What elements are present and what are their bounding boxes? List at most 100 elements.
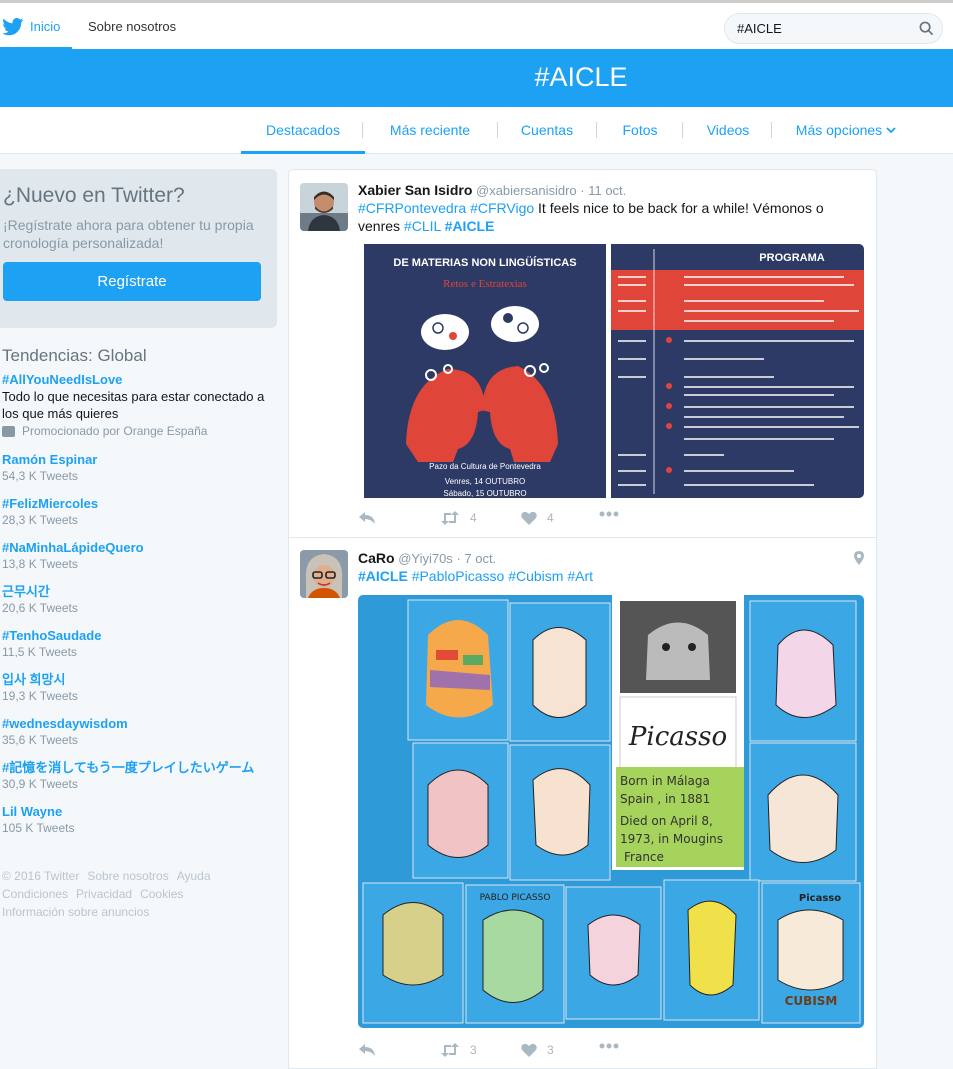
trends-module: Tendencias: Global #AllYouNeedIsLove Tod… — [2, 346, 272, 845]
trend-name[interactable]: 근무시간 — [2, 583, 272, 600]
footer-link-about[interactable]: Sobre nosotros — [87, 869, 168, 883]
hashtag[interactable]: #PabloPicasso — [412, 568, 505, 584]
trend-item[interactable]: Ramón Espinar 54,3 K Tweets — [2, 451, 272, 485]
search-box[interactable] — [724, 13, 943, 44]
footer-link-terms[interactable]: Condiciones — [2, 887, 68, 901]
tab-videos[interactable]: Videos — [694, 107, 762, 153]
trend-name[interactable]: 입사 희망시 — [2, 671, 272, 688]
footer-link-help[interactable]: Ayuda — [177, 869, 211, 883]
reply-icon — [359, 1044, 375, 1056]
hashtag[interactable]: #Art — [567, 568, 593, 584]
tweet[interactable]: CaRo @Yiyi70s · 7 oct. #AICLE #PabloPica… — [289, 538, 876, 1058]
home-nav-item[interactable]: Inicio — [0, 6, 73, 50]
trend-name[interactable]: #NaMinhaLápideQuero — [2, 539, 272, 556]
reply-button[interactable] — [358, 511, 376, 525]
hashtag[interactable]: #Cubism — [508, 568, 563, 584]
retweet-icon — [441, 1043, 459, 1057]
tab-fotos[interactable]: Fotos — [608, 107, 672, 153]
more-button[interactable] — [599, 1043, 619, 1049]
retweet-count: 4 — [470, 511, 477, 525]
hashtag[interactable]: #AICLE — [358, 568, 408, 584]
picasso-art-board-image: Picasso Born in Málaga Spain , in 1881 D… — [358, 595, 864, 1028]
trend-item[interactable]: 입사 희망시 19,3 K Tweets — [2, 671, 272, 705]
tweet-author-handle[interactable]: @Yiyi70s — [398, 551, 453, 566]
hashtag[interactable]: #CFRPontevedra — [358, 200, 466, 216]
poster-date-1: Venres, 14 OUTUBRO — [445, 477, 525, 486]
trend-name[interactable]: #TenhoSaudade — [2, 627, 272, 644]
trend-item[interactable]: #TenhoSaudade 11,5 K Tweets — [2, 627, 272, 661]
trend-item[interactable]: #AllYouNeedIsLove Todo lo que necesitas … — [2, 371, 272, 440]
trend-count: 105 K Tweets — [2, 821, 75, 835]
hashtag[interactable]: #CFRVigo — [470, 200, 534, 216]
like-button[interactable]: 4 — [521, 511, 554, 525]
hashtag[interactable]: #AICLE — [445, 218, 495, 234]
tab-mas-opciones[interactable]: Más opciones — [786, 107, 906, 153]
art-note-2: Spain , in 1881 — [620, 792, 710, 806]
footer-link-ads-info[interactable]: Información sobre anuncios — [2, 905, 149, 919]
footer-link-privacy[interactable]: Privacidad — [76, 887, 132, 901]
footer-link-cookies[interactable]: Cookies — [140, 887, 183, 901]
location-pin-icon[interactable] — [854, 551, 864, 565]
hashtag[interactable]: #CLIL — [404, 218, 441, 234]
trend-item[interactable]: Lil Wayne 105 K Tweets — [2, 803, 272, 837]
tweet-photo[interactable]: DE MATERIAS NON LINGÜÍSTICAS Retos e Est… — [358, 244, 864, 498]
trend-item[interactable]: 근무시간 20,6 K Tweets — [2, 583, 272, 617]
tweet-photo[interactable]: Picasso Born in Málaga Spain , in 1881 D… — [358, 595, 864, 1028]
promoted-label: Promocionado por Orange España — [2, 422, 272, 440]
trend-name[interactable]: #AllYouNeedIsLove — [2, 371, 272, 388]
tab-destacados[interactable]: Destacados — [241, 107, 365, 154]
signup-button[interactable]: Regístrate — [3, 262, 261, 301]
tweet-timestamp[interactable]: · 7 oct. — [456, 551, 496, 566]
more-dots-icon — [599, 511, 619, 517]
tweet-author-name[interactable]: CaRo — [358, 550, 395, 566]
retweet-button[interactable]: 3 — [440, 1043, 477, 1057]
twitter-bird-icon — [2, 17, 24, 35]
art-note-3: Died on April 8, — [620, 814, 713, 828]
tab-mas-reciente[interactable]: Más reciente — [375, 107, 485, 153]
footer-copyright: © 2016 Twitter — [2, 869, 80, 883]
heart-icon — [521, 1043, 537, 1057]
avatar[interactable] — [300, 183, 348, 231]
tweet-text: #CFRPontevedra #CFRVigo It feels nice to… — [358, 199, 868, 235]
trend-item[interactable]: #FelizMiercoles 28,3 K Tweets — [2, 495, 272, 529]
more-button[interactable] — [599, 511, 619, 517]
tweet-author-name[interactable]: Xabier San Isidro — [358, 182, 472, 198]
tab-divider — [596, 122, 597, 138]
tweet-author-handle[interactable]: @xabiersanisidro — [476, 183, 577, 198]
footer-links: © 2016 Twitter Sobre nosotros Ayuda Condic… — [2, 867, 262, 921]
trend-item[interactable]: #記憶を消してもう一度プレイしたいゲーム 30,9 K Tweets — [2, 759, 272, 793]
tab-mas-opciones-label: Más opciones — [795, 122, 883, 138]
trend-item[interactable]: #wednesdaywisdom 35,6 K Tweets — [2, 715, 272, 749]
trend-name[interactable]: Lil Wayne — [2, 803, 272, 820]
trend-name[interactable]: #FelizMiercoles — [2, 495, 272, 512]
art-note-1: Born in Málaga — [620, 774, 710, 788]
chevron-down-icon — [886, 127, 896, 134]
trend-name[interactable]: #wednesdaywisdom — [2, 715, 272, 732]
trend-item[interactable]: #NaMinhaLápideQuero 13,8 K Tweets — [2, 539, 272, 573]
search-input[interactable] — [735, 20, 909, 37]
tweet-timestamp[interactable]: · 11 oct. — [580, 183, 626, 198]
poster-program-title: PROGRAMA — [759, 252, 824, 264]
tweet-text: #AICLE #PabloPicasso #Cubism #Art — [358, 567, 868, 585]
conference-poster-image: DE MATERIAS NON LINGÜÍSTICAS Retos e Est… — [358, 244, 864, 498]
tweet[interactable]: Xabier San Isidro @xabiersanisidro · 11 … — [289, 170, 876, 538]
reply-button[interactable] — [358, 1043, 376, 1057]
trend-name[interactable]: #記憶を消してもう一度プレイしたいゲーム — [2, 759, 272, 776]
tweet-actions: 3 3 — [358, 1043, 858, 1063]
about-link[interactable]: Sobre nosotros — [88, 19, 176, 34]
avatar[interactable] — [300, 550, 348, 598]
art-note-5: France — [624, 850, 664, 864]
poster-subheading: Retos e Estratexias — [443, 278, 527, 290]
retweet-button[interactable]: 4 — [440, 511, 477, 525]
retweet-icon — [441, 511, 459, 525]
signup-text: ¡Regístrate ahora para obtener tu propia… — [3, 217, 254, 251]
trend-count: 20,6 K Tweets — [2, 601, 78, 615]
tab-cuentas[interactable]: Cuentas — [507, 107, 587, 153]
heart-icon — [521, 511, 537, 525]
avatar-image — [300, 550, 348, 598]
art-note-4: 1973, in Mougins — [620, 832, 723, 846]
trend-name[interactable]: Ramón Espinar — [2, 451, 272, 468]
search-icon[interactable] — [919, 21, 934, 36]
art-label-pablo-picasso: PABLO PICASSO — [480, 893, 551, 903]
like-button[interactable]: 3 — [521, 1043, 554, 1057]
